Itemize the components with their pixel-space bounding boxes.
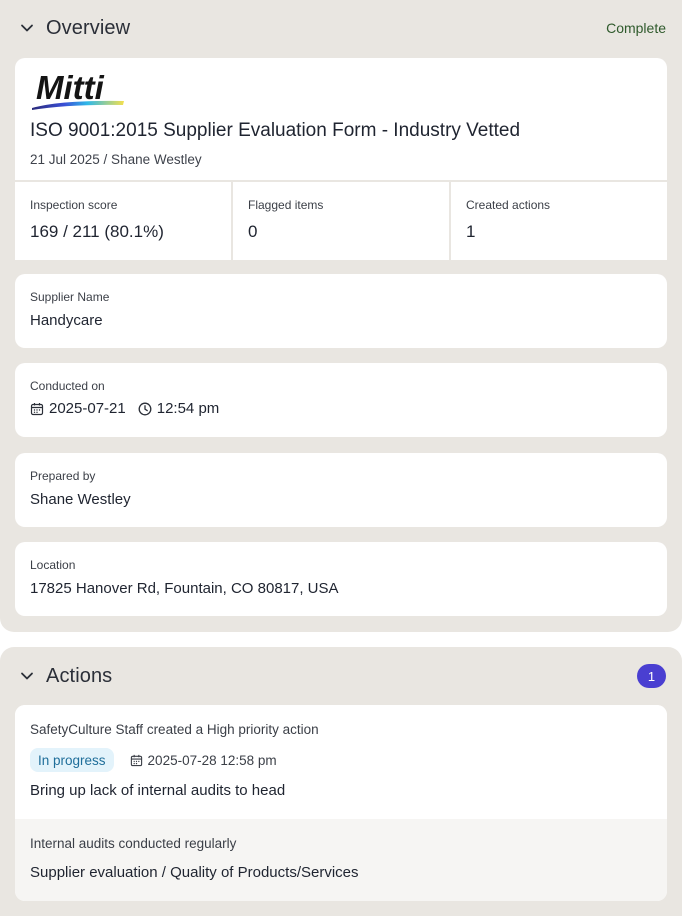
- report-title: ISO 9001:2015 Supplier Evaluation Form -…: [30, 120, 521, 141]
- action-linked-question: Internal audits conducted regularly Supp…: [15, 819, 667, 901]
- clock-icon: [138, 402, 152, 416]
- field-value: Handycare: [30, 312, 103, 329]
- prepared-by-card: Prepared by Shane Westley: [15, 453, 667, 527]
- overview-header[interactable]: Overview Complete: [0, 0, 682, 56]
- action-card[interactable]: SafetyCulture Staff created a High prior…: [15, 705, 667, 901]
- field-label: Conducted on: [30, 379, 105, 393]
- action-creator: SafetyCulture Staff created a High prior…: [30, 722, 319, 737]
- action-title: Bring up lack of internal audits to head: [30, 782, 286, 799]
- supplier-name-card: Supplier Name Handycare: [15, 274, 667, 348]
- conducted-time: 12:54 pm: [156, 400, 220, 417]
- action-due-text: 2025-07-28 12:58 pm: [147, 752, 277, 768]
- report-meta: 21 Jul 2025 / Shane Westley: [30, 152, 202, 167]
- action-due: 2025-07-28 12:58 pm: [130, 753, 277, 768]
- status-badge: In progress: [30, 748, 114, 772]
- stat-label: Flagged items: [248, 198, 324, 212]
- actions-count-badge: 1: [637, 664, 666, 688]
- conducted-date: 2025-07-21: [49, 400, 126, 417]
- stat-label: Inspection score: [30, 198, 118, 212]
- action-meta-row: In progress 2025-07-28 12:58 pm: [30, 748, 277, 772]
- conducted-on-card: Conducted on 2025-07-21 12:54 pm: [15, 363, 667, 437]
- stat-label: Created actions: [466, 198, 551, 212]
- actions-title: Actions: [46, 664, 113, 687]
- datetime-row: 2025-07-21 12:54 pm: [30, 400, 219, 417]
- stat-value: 169 / 211 (80.1%): [30, 222, 164, 241]
- location-card: Location 17825 Hanover Rd, Fountain, CO …: [15, 542, 667, 616]
- action-summary: SafetyCulture Staff created a High prior…: [15, 705, 667, 819]
- linked-question-text: Internal audits conducted regularly: [30, 836, 237, 851]
- field-value: 17825 Hanover Rd, Fountain, CO 80817, US…: [30, 580, 339, 597]
- calendar-icon: [130, 754, 143, 767]
- actions-header[interactable]: Actions 1: [0, 647, 682, 705]
- linked-question-path: Supplier evaluation / Quality of Product…: [30, 864, 359, 881]
- chevron-down-icon[interactable]: [18, 667, 36, 685]
- field-value: Shane Westley: [30, 491, 131, 508]
- stat-inspection-score: Inspection score 169 / 211 (80.1%): [15, 182, 231, 260]
- field-label: Location: [30, 558, 76, 572]
- field-label: Prepared by: [30, 469, 96, 483]
- stat-created-actions[interactable]: Created actions 1: [449, 182, 667, 260]
- overview-title: Overview: [46, 16, 131, 39]
- chevron-down-icon[interactable]: [18, 19, 36, 37]
- stat-flagged-items[interactable]: Flagged items 0: [231, 182, 449, 260]
- svg-text:Mitti: Mitti: [36, 70, 105, 106]
- stats-row: Inspection score 169 / 211 (80.1%) Flagg…: [15, 180, 667, 260]
- field-label: Supplier Name: [30, 290, 110, 304]
- company-logo: Mitti: [30, 69, 130, 117]
- status-label: Complete: [606, 20, 666, 36]
- calendar-icon: [30, 402, 44, 416]
- stat-value: 0: [248, 222, 258, 241]
- stat-value: 1: [466, 222, 476, 241]
